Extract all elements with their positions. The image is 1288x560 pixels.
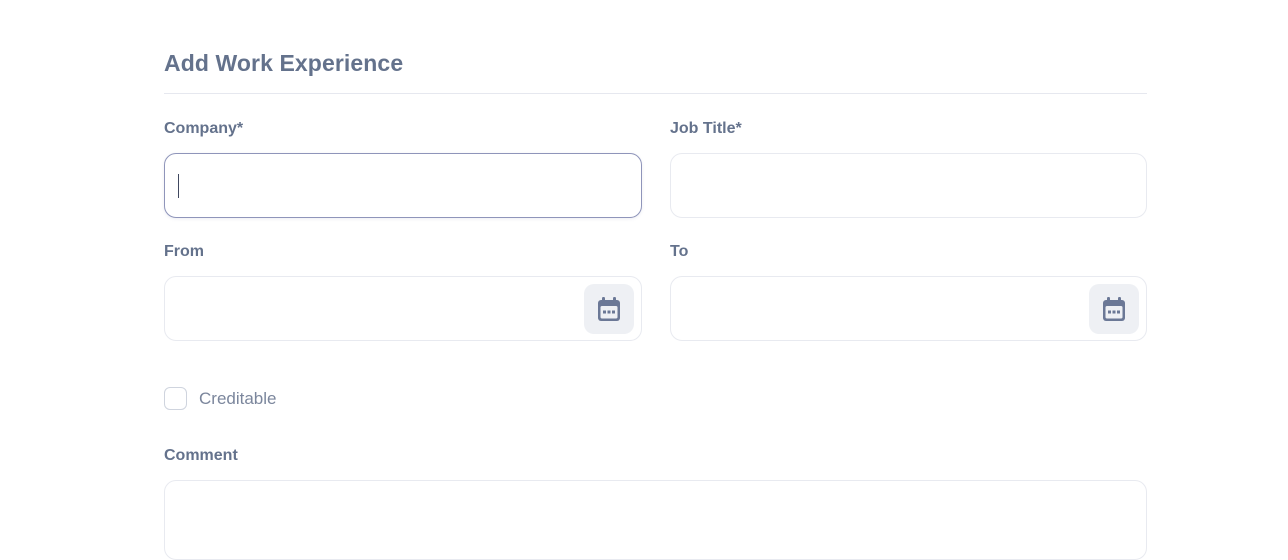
company-label: Company* bbox=[164, 120, 244, 137]
from-date-input[interactable] bbox=[164, 276, 642, 341]
to-label: To bbox=[670, 243, 689, 260]
from-calendar-button[interactable] bbox=[584, 284, 634, 334]
from-label: From bbox=[164, 243, 204, 260]
creditable-label[interactable]: Creditable bbox=[199, 389, 277, 409]
comment-textarea[interactable] bbox=[164, 480, 1147, 560]
calendar-icon bbox=[1103, 297, 1125, 321]
title-divider bbox=[164, 93, 1147, 94]
form-title: Add Work Experience bbox=[164, 50, 404, 76]
to-calendar-button[interactable] bbox=[1089, 284, 1139, 334]
company-input[interactable] bbox=[164, 153, 642, 218]
text-caret bbox=[178, 174, 179, 198]
job-title-input[interactable] bbox=[670, 153, 1147, 218]
comment-label: Comment bbox=[164, 447, 238, 464]
calendar-icon bbox=[598, 297, 620, 321]
creditable-checkbox[interactable] bbox=[164, 387, 187, 410]
job-title-label: Job Title* bbox=[670, 120, 742, 137]
to-date-input[interactable] bbox=[670, 276, 1147, 341]
